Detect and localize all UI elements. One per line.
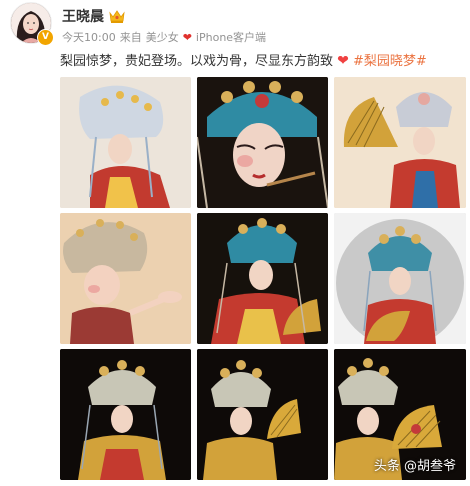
- weibo-post: V 王晓晨 今天10:00 来自 美少女 ❤ iPhone客户端 梨园惊梦，贵妃…: [0, 0, 470, 486]
- photo-8[interactable]: [197, 349, 328, 480]
- photo-6[interactable]: [334, 213, 466, 344]
- avatar-container[interactable]: V: [10, 2, 54, 46]
- username[interactable]: 王晓晨: [62, 6, 104, 26]
- verified-badge-icon: V: [37, 29, 54, 46]
- post-meta: 王晓晨 今天10:00 来自 美少女 ❤ iPhone客户端: [62, 2, 266, 45]
- name-row: 王晓晨: [62, 6, 266, 26]
- post-sub-info: 今天10:00 来自 美少女 ❤ iPhone客户端: [62, 29, 266, 45]
- from-label: 来自: [119, 31, 142, 44]
- source-name[interactable]: 美少女: [146, 29, 179, 45]
- post-body-text: 梨园惊梦，贵妃登场。以戏为骨，尽显东方韵致: [60, 54, 334, 69]
- post-content: 梨园惊梦，贵妃登场。以戏为骨，尽显东方韵致 ❤ #梨园晓梦#: [60, 50, 427, 69]
- photo-2[interactable]: [197, 77, 328, 208]
- heart-icon: ❤: [182, 30, 192, 44]
- post-time[interactable]: 今天10:00: [62, 29, 116, 45]
- watermark: 头条 @胡叁爷: [373, 459, 456, 474]
- photo-3[interactable]: [334, 77, 466, 208]
- photo-1[interactable]: [60, 77, 191, 208]
- hashtag-link[interactable]: #梨园晓梦#: [353, 54, 427, 69]
- photo-4[interactable]: [60, 213, 191, 344]
- photo-7[interactable]: [60, 349, 191, 480]
- photo-5[interactable]: [197, 213, 328, 344]
- photo-grid: [60, 77, 466, 480]
- post-header: V 王晓晨 今天10:00 来自 美少女 ❤ iPhone客户端: [10, 2, 266, 50]
- device-name[interactable]: iPhone客户端: [196, 29, 266, 45]
- crown-icon: [109, 10, 125, 23]
- heart-emoji-icon: ❤: [337, 53, 349, 69]
